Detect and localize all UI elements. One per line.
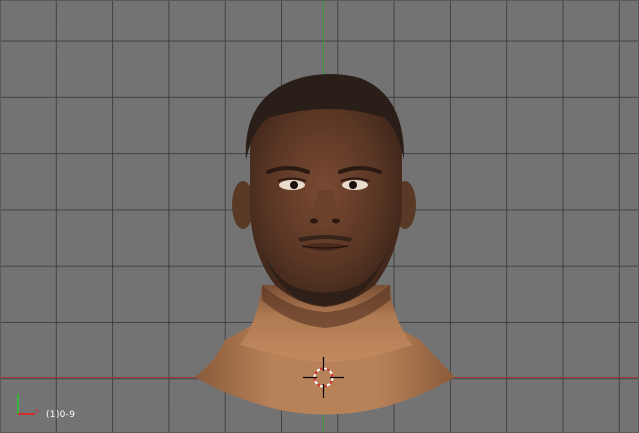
axis-orientation-icon: x xyxy=(17,394,39,415)
svg-text:x: x xyxy=(35,407,39,415)
3d-viewport[interactable]: x (1)0-9 xyxy=(0,0,639,433)
frame-info-label: (1)0-9 xyxy=(46,410,76,420)
3d-cursor-icon[interactable] xyxy=(303,357,344,398)
